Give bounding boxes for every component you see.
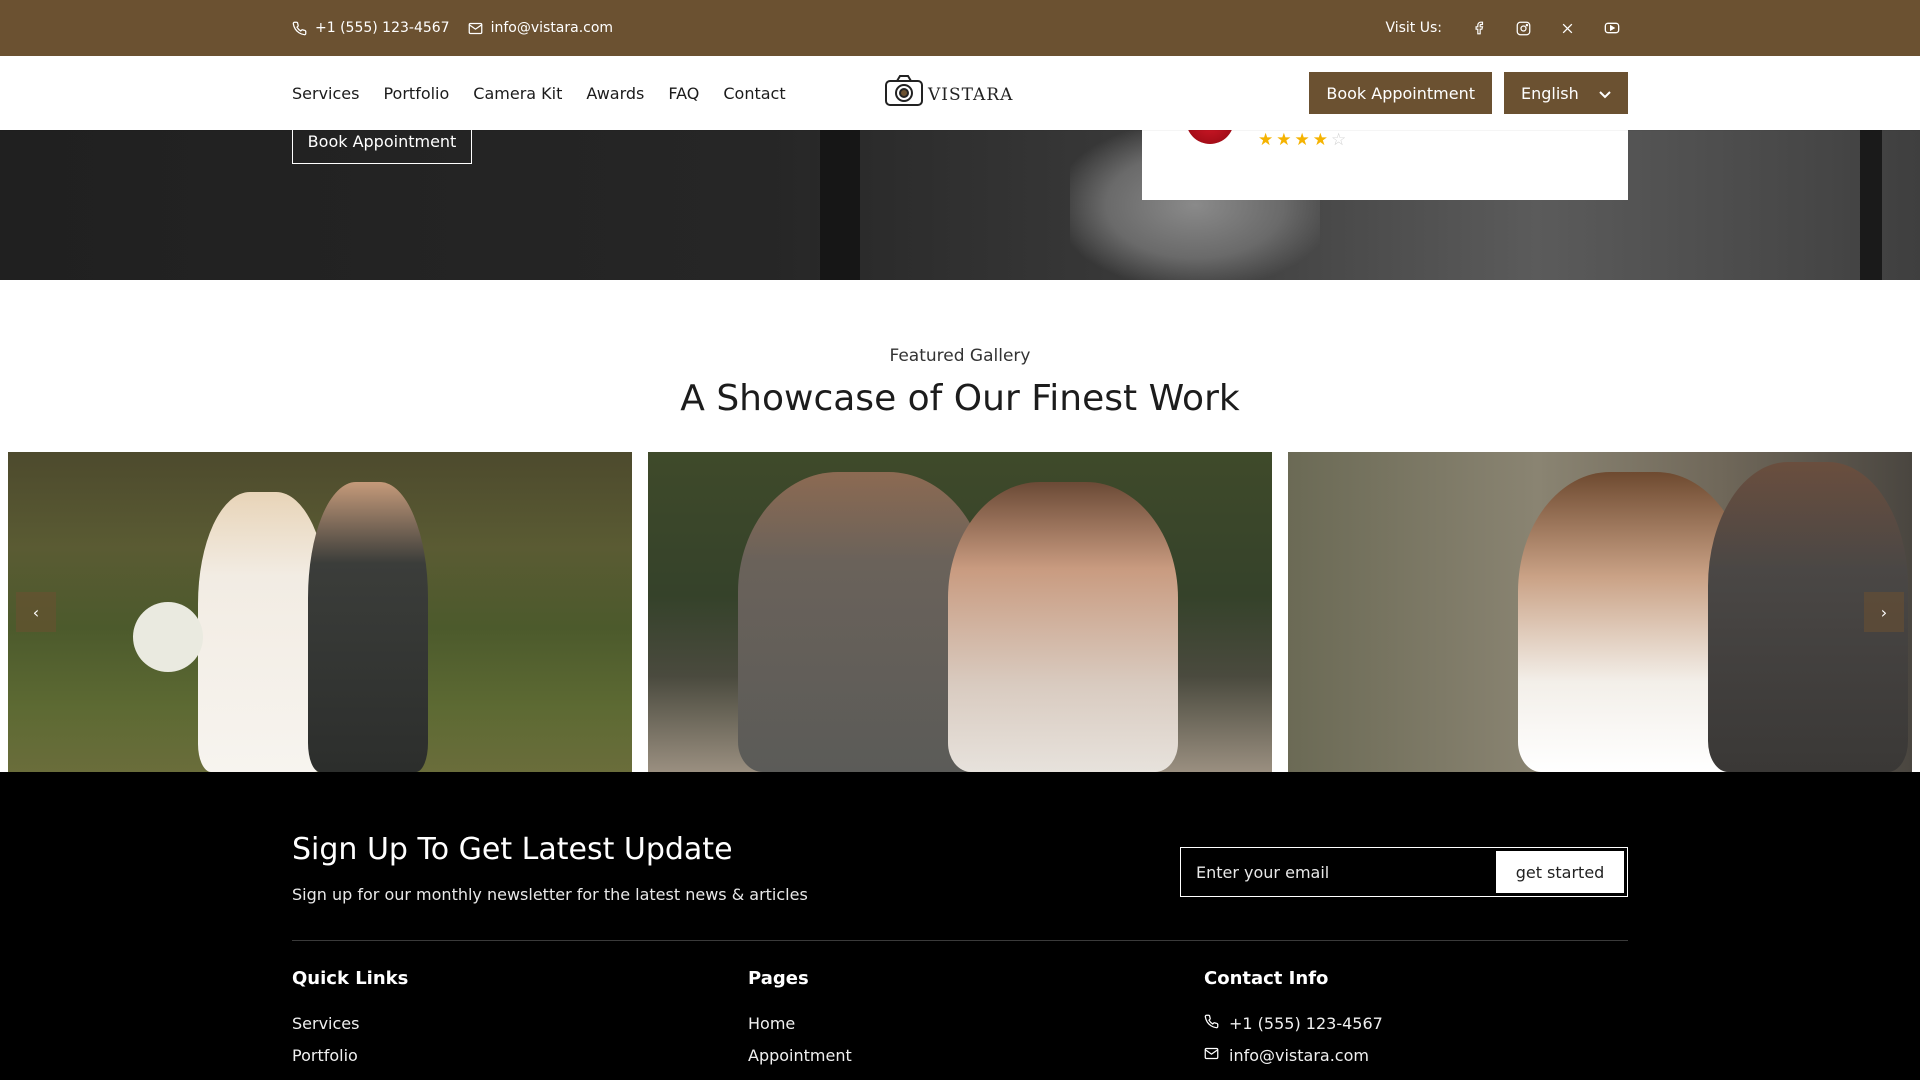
- phone-icon: [1204, 1014, 1219, 1033]
- top-bar: +1 (555) 123-4567 info@vistara.com Visit…: [0, 0, 1920, 56]
- gallery-image-couple-park[interactable]: [8, 452, 632, 772]
- social-links: Visit Us:: [1385, 0, 1620, 56]
- star-icon: ★: [1294, 130, 1310, 150]
- logo-wordmark: VISTARA: [928, 85, 1014, 105]
- star-icon: ★: [1276, 130, 1292, 150]
- photo-bouquet: [133, 602, 203, 672]
- quick-links-heading: Quick Links: [292, 968, 409, 989]
- hero-background-edge: [1860, 130, 1882, 280]
- footer-pages: Pages Home Appointment: [748, 968, 852, 1071]
- newsletter-email-input[interactable]: [1184, 851, 1496, 893]
- nav-link-camera-kit[interactable]: Camera Kit: [473, 84, 562, 103]
- hero-background-detail: [820, 130, 860, 280]
- nav-link-services[interactable]: Services: [292, 84, 359, 103]
- gallery-image-couple-embrace[interactable]: [1288, 452, 1912, 772]
- gallery-header: Featured Gallery A Showcase of Our Fines…: [0, 346, 1920, 419]
- facebook-icon[interactable]: [1472, 21, 1486, 35]
- top-contact: +1 (555) 123-4567 info@vistara.com: [292, 0, 613, 56]
- footer-quick-links: Quick Links Services Portfolio: [292, 968, 408, 1071]
- youtube-icon[interactable]: [1604, 21, 1620, 35]
- nav-actions: Book Appointment English: [1309, 72, 1628, 114]
- footer-contact-phone[interactable]: +1 (555) 123-4567: [1204, 1007, 1383, 1039]
- nav-link-contact[interactable]: Contact: [723, 84, 785, 103]
- gallery-prev-button[interactable]: ‹: [16, 592, 56, 632]
- mail-icon: [1204, 1046, 1219, 1065]
- footer-link-portfolio[interactable]: Portfolio: [292, 1039, 408, 1071]
- footer-link-home[interactable]: Home: [748, 1007, 852, 1039]
- nav-links: Services Portfolio Camera Kit Awards FAQ…: [292, 56, 786, 130]
- pages-heading: Pages: [748, 968, 809, 989]
- gallery-image-couple-kiss[interactable]: [648, 452, 1272, 772]
- main-nav: Services Portfolio Camera Kit Awards FAQ…: [0, 56, 1920, 130]
- newsletter-title: Sign Up To Get Latest Update: [292, 832, 733, 867]
- footer-contact-email[interactable]: info@vistara.com: [1204, 1039, 1383, 1071]
- star-icon: ★: [1312, 130, 1328, 150]
- newsletter-subtitle: Sign up for our monthly newsletter for t…: [292, 885, 808, 904]
- footer-contact-email-text: info@vistara.com: [1229, 1045, 1369, 1065]
- language-select[interactable]: English: [1504, 72, 1628, 114]
- star-empty-icon: ☆: [1331, 130, 1347, 150]
- top-email[interactable]: info@vistara.com: [468, 20, 613, 36]
- newsletter-submit-button[interactable]: get started: [1496, 851, 1624, 893]
- instagram-icon[interactable]: [1516, 21, 1531, 36]
- gallery-title: A Showcase of Our Finest Work: [680, 378, 1240, 419]
- nav-book-appointment-button[interactable]: Book Appointment: [1309, 72, 1492, 114]
- footer-divider: [292, 940, 1628, 941]
- language-value: English: [1521, 83, 1579, 103]
- x-icon[interactable]: [1561, 22, 1574, 35]
- gallery-next-button[interactable]: ›: [1864, 592, 1904, 632]
- site-footer: Sign Up To Get Latest Update Sign up for…: [0, 772, 1920, 1080]
- photo-figure-groom: [308, 482, 428, 772]
- footer-link-services[interactable]: Services: [292, 1007, 408, 1039]
- gallery-eyebrow: Featured Gallery: [889, 346, 1031, 366]
- site-logo[interactable]: VISTARA: [884, 70, 1036, 116]
- phone-icon: [292, 21, 307, 36]
- footer-contact-phone-text: +1 (555) 123-4567: [1229, 1013, 1383, 1033]
- nav-link-awards[interactable]: Awards: [586, 84, 644, 103]
- camera-icon: [884, 74, 924, 112]
- hero-section: [0, 130, 1920, 280]
- chevron-down-icon: [1599, 84, 1611, 103]
- nav-link-faq[interactable]: FAQ: [668, 84, 699, 103]
- star-icon: ★: [1258, 130, 1274, 150]
- visit-us-label: Visit Us:: [1385, 20, 1442, 36]
- contact-info-heading: Contact Info: [1204, 968, 1329, 989]
- newsletter-form: get started: [1180, 847, 1628, 897]
- top-phone[interactable]: +1 (555) 123-4567: [292, 20, 450, 36]
- footer-contact-info: Contact Info +1 (555) 123-4567 info@vist…: [1204, 968, 1383, 1071]
- rating-stars: ★ ★ ★ ★ ☆: [1258, 130, 1346, 150]
- photo-figure-bride: [948, 482, 1178, 772]
- top-phone-text: +1 (555) 123-4567: [315, 20, 450, 36]
- mail-icon: [468, 21, 483, 36]
- nav-link-portfolio[interactable]: Portfolio: [383, 84, 449, 103]
- gallery-slider: [0, 452, 1920, 772]
- footer-link-appointment[interactable]: Appointment: [748, 1039, 852, 1071]
- top-email-text: info@vistara.com: [490, 20, 614, 36]
